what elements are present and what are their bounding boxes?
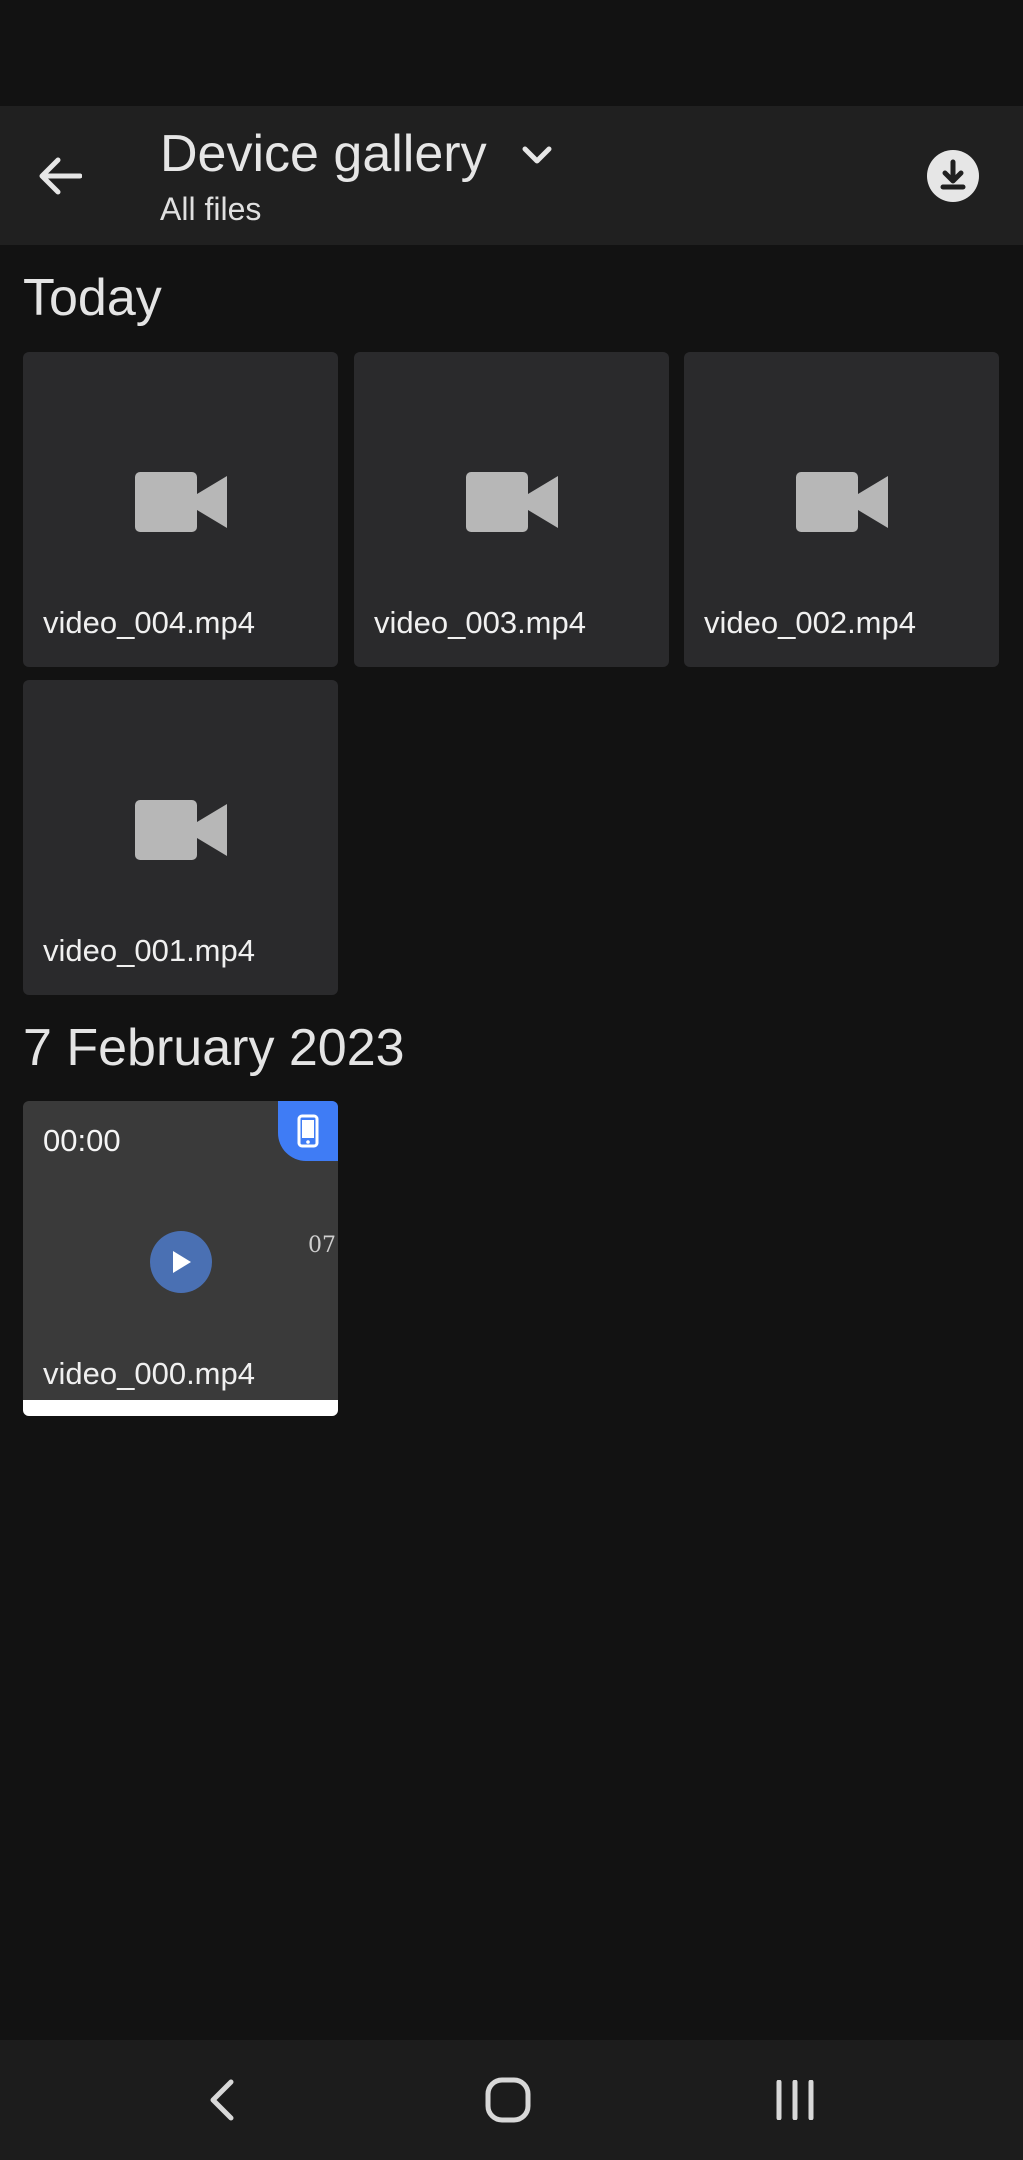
video-camera-icon — [795, 472, 888, 532]
video-tile[interactable]: video_004.mp4 — [23, 352, 338, 667]
arrow-left-icon — [39, 157, 82, 195]
file-name: video_002.mp4 — [704, 605, 916, 640]
video-camera-icon — [134, 472, 227, 532]
video-tile[interactable]: video_001.mp4 — [23, 680, 338, 995]
nav-back-button[interactable] — [187, 2070, 257, 2130]
file-name: video_004.mp4 — [43, 605, 255, 640]
video-duration: 00:00 — [43, 1123, 121, 1158]
page-subtitle: All files — [160, 191, 262, 228]
section-title-today: Today — [23, 269, 162, 327]
file-name: video_003.mp4 — [374, 605, 586, 640]
recents-icon — [776, 2080, 814, 2120]
section-title-date: 7 February 2023 — [23, 1019, 405, 1077]
video-tile-thumbnail[interactable]: 00:00 07 video_000.mp4 — [23, 1101, 338, 1416]
app-bar: Device gallery All files — [0, 106, 1023, 245]
system-navigation-bar — [0, 2040, 1023, 2160]
device-badge — [278, 1101, 338, 1161]
chevron-down-icon[interactable] — [517, 135, 557, 175]
play-button[interactable] — [149, 1230, 212, 1293]
page-title: Device gallery — [160, 125, 487, 183]
nav-recents-button[interactable] — [760, 2070, 830, 2130]
chevron-left-icon — [210, 2079, 234, 2121]
file-name: video_001.mp4 — [43, 933, 255, 968]
download-button[interactable] — [923, 146, 983, 206]
file-name: video_000.mp4 — [43, 1356, 255, 1391]
title-area[interactable]: Device gallery All files — [160, 125, 557, 228]
video-tile[interactable]: video_003.mp4 — [354, 352, 669, 667]
play-icon — [172, 1250, 191, 1273]
thumbnail-status-strip — [23, 1400, 338, 1416]
thumbnail-overlay-text: 07 — [308, 1233, 336, 1258]
video-camera-icon — [465, 472, 558, 532]
video-tile[interactable]: video_002.mp4 — [684, 352, 999, 667]
video-camera-icon — [134, 800, 227, 860]
status-bar — [0, 0, 1023, 106]
download-icon — [927, 150, 979, 202]
back-button[interactable] — [30, 146, 90, 206]
home-icon — [485, 2077, 531, 2123]
phone-icon — [297, 1114, 319, 1148]
nav-home-button[interactable] — [473, 2070, 543, 2130]
